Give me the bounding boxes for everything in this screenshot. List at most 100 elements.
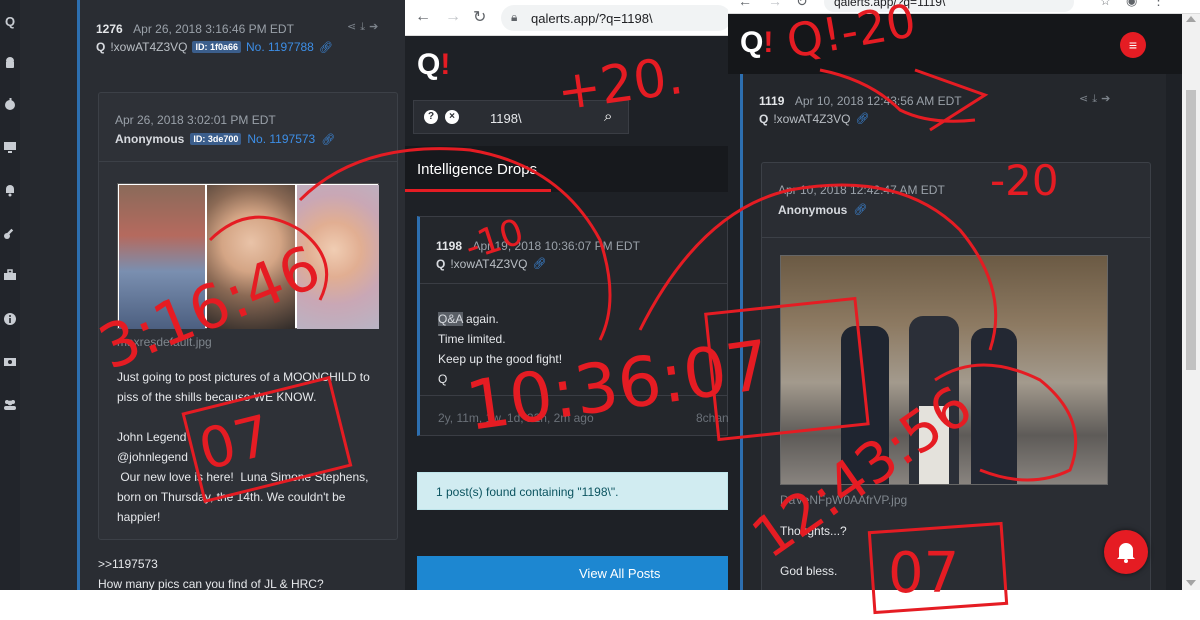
account-icon[interactable]: ◉ (1126, 0, 1137, 9)
post-date: Apr 26, 2018 3:16:46 PM EDT (133, 22, 294, 36)
search-input[interactable]: 1198\ (490, 111, 522, 126)
middle-browser-window: ← → ↻ 🔒︎ qalerts.app/?q=1198\ Q! ? × 119… (405, 0, 728, 590)
share-icon[interactable]: ⋖ (1079, 93, 1092, 105)
post-image[interactable] (117, 183, 379, 329)
quoted-post: Apr 10, 2018 12:42:47 AM EDT Anonymous 🔗… (761, 162, 1151, 590)
forward-icon[interactable]: → (768, 0, 782, 9)
reply-body: >>1197573 How many pics can you find of … (98, 554, 324, 590)
apple-icon[interactable] (2, 97, 18, 113)
link-icon[interactable]: 🔗︎ (319, 41, 333, 54)
notification-bell-button[interactable] (1104, 530, 1148, 574)
clear-icon[interactable]: × (445, 110, 459, 124)
body-line: God bless. (780, 564, 838, 578)
panel-gutter (20, 0, 77, 590)
address-bar[interactable]: qalerts.app/?q=1119\ (824, 0, 1074, 12)
photo-figure (971, 328, 1017, 484)
browser-toolbar: ← → ↻ 🔒︎ qalerts.app/?q=1198\ (405, 0, 728, 36)
arrow-right-icon[interactable]: ➔ (369, 21, 382, 33)
share-icon[interactable]: ⋖ (347, 21, 360, 33)
reload-icon[interactable]: ↻ (796, 0, 808, 10)
link-icon[interactable]: 🔗︎ (532, 257, 546, 271)
search-box[interactable]: ? × 1198\ ⌕ (413, 100, 629, 134)
site-logo[interactable]: Q! (740, 26, 773, 60)
link-icon[interactable]: 🔗︎ (853, 203, 867, 217)
tripcode: !xowAT4Z3VQ (450, 257, 528, 271)
quoted-post: Apr 26, 2018 3:02:01 PM EDT Anonymous ID… (98, 92, 398, 540)
url-text[interactable]: qalerts.app/?q=1198\ (531, 11, 653, 26)
post-card: 1198 Apr 19, 2018 10:36:07 PM EDT Q !xow… (417, 216, 728, 436)
post-date: Apr 19, 2018 10:36:07 PM EDT (472, 239, 640, 253)
download-icon[interactable]: ⤓ (360, 21, 369, 33)
scroll-thumb[interactable] (1186, 90, 1196, 370)
reply-line[interactable]: >>1197573 (98, 554, 324, 574)
logo-q: Q (740, 26, 764, 59)
info-icon[interactable] (2, 312, 18, 328)
help-icon[interactable]: ? (424, 110, 438, 124)
post-date: Apr 10, 2018 12:43:56 AM EDT (794, 94, 962, 108)
post-number[interactable]: 1276 (96, 22, 123, 36)
photo-baby-2 (297, 185, 379, 329)
body-line: again. (462, 312, 499, 326)
reload-icon[interactable]: ↻ (473, 7, 486, 27)
divider (762, 237, 1150, 238)
users-icon[interactable] (2, 397, 18, 413)
post-link[interactable]: No. 1197788 (246, 40, 314, 54)
post-age: 2y, 11m, 1w, 1d, 22h, 2m ago (438, 411, 594, 425)
post-actions: ⋖⤓➔ (347, 20, 382, 34)
hamburger-menu-icon[interactable]: ≡ (1120, 32, 1146, 58)
menu-icon[interactable]: ⋮ (1152, 0, 1165, 9)
tripcode: !xowAT4Z3VQ (773, 112, 851, 126)
back-icon[interactable]: ← (415, 8, 431, 26)
desktop-icon[interactable] (2, 140, 18, 156)
body-line: John Legend (117, 430, 187, 444)
photo-family (119, 185, 205, 329)
image-filename[interactable]: maxresdefault.jpg (117, 335, 212, 349)
address-bar[interactable]: 🔒︎ qalerts.app/?q=1198\ (501, 5, 728, 31)
body-line (117, 407, 397, 427)
post-image[interactable] (780, 255, 1108, 485)
post-number[interactable]: 1119 (759, 94, 784, 108)
money-icon[interactable] (2, 355, 18, 371)
icon-rail: Q (0, 0, 20, 590)
key-icon[interactable] (2, 226, 18, 242)
q-logo-icon[interactable]: Q (2, 14, 18, 30)
arrow-right-icon[interactable]: ➔ (1101, 93, 1114, 105)
browser-toolbar: ← → ↻ qalerts.app/?q=1119\ ☆ ◉ ⋮ (728, 0, 1200, 14)
site-header: Q! ≡ (728, 14, 1182, 74)
android-icon[interactable] (2, 56, 18, 72)
bell-icon[interactable] (2, 183, 18, 199)
body-line (780, 541, 847, 561)
found-notice-text: 1 post(s) found containing "1198\". (436, 485, 619, 499)
link-icon[interactable]: 🔗︎ (855, 112, 869, 126)
view-all-button[interactable]: View All Posts (417, 556, 728, 590)
photo-baby (207, 185, 295, 329)
bookmark-icon[interactable]: ☆ (1100, 0, 1111, 8)
url-text[interactable]: qalerts.app/?q=1119\ (834, 0, 945, 9)
image-filename[interactable]: DaVeNFpW0AAfrVP.jpg (780, 493, 907, 507)
id-badge: ID: 1f0a66 (192, 41, 242, 53)
scrollbar[interactable] (1182, 14, 1200, 590)
body-line: Just going to post pictures of a MOONCHI… (117, 370, 370, 384)
quoted-body: Just going to post pictures of a MOONCHI… (117, 367, 397, 527)
quoted-post-link[interactable]: No. 1197573 (247, 132, 315, 146)
quoted-date: Apr 10, 2018 12:42:47 AM EDT (778, 183, 945, 197)
link-icon[interactable]: 🔗︎ (321, 133, 335, 146)
back-icon[interactable]: ← (738, 0, 752, 9)
section-underline (405, 189, 551, 192)
quoted-author: Anonymous (115, 132, 185, 146)
body-line: Our new love is here! Luna Simone Stephe… (117, 470, 369, 484)
site-logo[interactable]: Q! (417, 48, 450, 82)
highlight-term: Q&A (438, 312, 463, 326)
download-icon[interactable]: ⤓ (1092, 93, 1101, 105)
divider (420, 395, 728, 396)
divider (420, 283, 728, 284)
search-icon[interactable]: ⌕ (604, 108, 612, 125)
scroll-down-icon[interactable] (1186, 580, 1196, 586)
post-actions: ⋖⤓➔ (1079, 92, 1114, 106)
post-number[interactable]: 1198 (436, 239, 462, 253)
scroll-up-icon[interactable] (1186, 16, 1196, 22)
toolbox-icon[interactable] (2, 268, 18, 284)
post-channel[interactable]: 8chan (696, 411, 728, 425)
tripcode: !xowAT4Z3VQ (110, 40, 188, 54)
forward-icon[interactable]: → (445, 8, 461, 26)
